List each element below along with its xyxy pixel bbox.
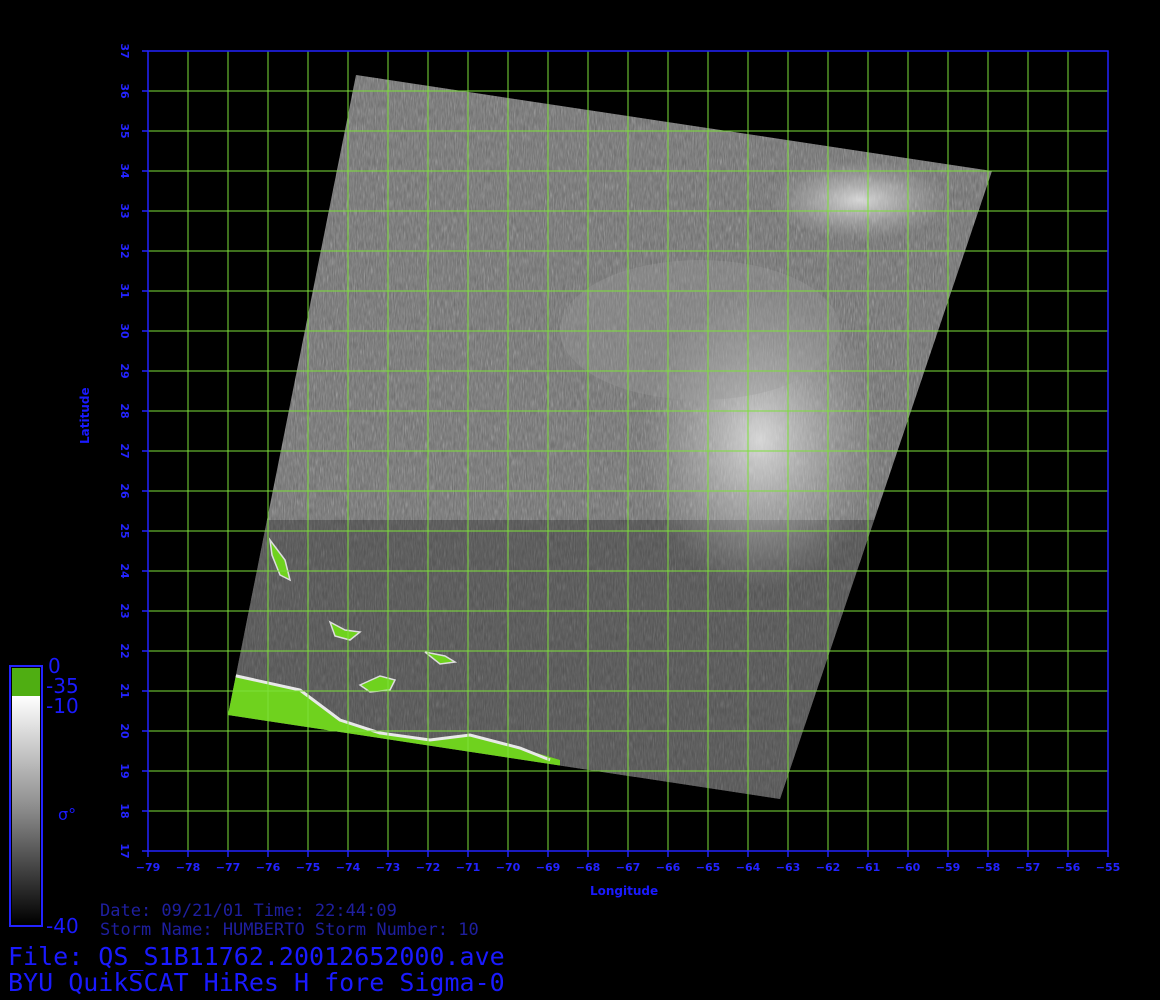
colorbar-label-0: 0: [48, 654, 61, 678]
colorbar-symbol-sigma0: σ°: [58, 805, 77, 824]
x-tick-label: −57: [1016, 861, 1041, 874]
x-tick-label: −79: [136, 861, 161, 874]
y-tick-label: 31: [118, 283, 131, 298]
x-tick-label: −75: [296, 861, 321, 874]
y-tick-label: 18: [118, 803, 131, 818]
y-axis-title: Latitude: [78, 387, 92, 444]
scatterometer-map: −79 −78 −77 −76 −75 −74 −73 −72 −71 −70 −69 −68 −67 −…: [9, 43, 1121, 927]
x-tick-label: −56: [1056, 861, 1081, 874]
x-tick-label: −58: [976, 861, 1001, 874]
x-tick-label: −68: [576, 861, 601, 874]
latitude-tick-labels: 17 18 19 20 21 22 23 24 25 26 27 28 29 30 31 32 33 34 35 36…: [118, 43, 148, 859]
y-tick-label: 24: [118, 563, 131, 579]
y-tick-label: 29: [118, 363, 131, 378]
y-tick-label: 30: [118, 323, 131, 339]
y-tick-label: 32: [118, 243, 131, 258]
x-axis-title: Longitude: [590, 884, 659, 898]
colorbar-label-minus35: -35: [46, 674, 79, 698]
lat-lon-grid: [148, 51, 1108, 851]
x-tick-label: −70: [496, 861, 521, 874]
x-tick-label: −77: [216, 861, 241, 874]
y-tick-label: 22: [118, 643, 131, 658]
storm-info-line: Storm Name: HUMBERTO Storm Number: 10: [100, 920, 479, 940]
colorbar-label-minus40: -40: [46, 914, 79, 938]
x-tick-label: −78: [176, 861, 201, 874]
y-tick-label: 26: [118, 483, 131, 499]
x-tick-label: −59: [936, 861, 961, 874]
y-tick-label: 27: [118, 443, 131, 458]
x-tick-label: −55: [1096, 861, 1121, 874]
x-tick-label: −71: [456, 861, 481, 874]
x-tick-label: −65: [696, 861, 721, 874]
y-tick-label: 17: [118, 843, 131, 858]
sigma0-swath-image: [228, 75, 992, 799]
file-name-line: File: QS_S1B11762.20012652000.ave: [8, 942, 505, 971]
y-tick-label: 33: [118, 203, 131, 218]
x-tick-label: −64: [736, 861, 761, 874]
x-tick-label: −63: [776, 861, 801, 874]
product-title-line: BYU QuikSCAT HiRes H fore Sigma-0: [8, 968, 505, 997]
y-tick-label: 28: [118, 403, 131, 418]
x-tick-label: −74: [336, 861, 361, 874]
y-tick-label: 25: [118, 523, 131, 538]
longitude-tick-labels: −79 −78 −77 −76 −75 −74 −73 −72 −71 −70 −69 −68 −67 −…: [136, 851, 1121, 874]
x-tick-label: −61: [856, 861, 881, 874]
colorbar: [9, 665, 43, 927]
date-time-line: Date: 09/21/01 Time: 22:44:09: [100, 901, 397, 921]
x-tick-label: −72: [416, 861, 441, 874]
y-tick-label: 23: [118, 603, 131, 618]
x-tick-label: −62: [816, 861, 841, 874]
x-tick-label: −60: [896, 861, 921, 874]
y-tick-label: 20: [118, 723, 131, 739]
y-tick-label: 35: [118, 123, 131, 138]
y-tick-label: 34: [118, 163, 131, 179]
x-tick-label: −73: [376, 861, 401, 874]
y-tick-label: 36: [118, 83, 131, 99]
y-tick-label: 21: [118, 683, 131, 698]
x-tick-label: −66: [656, 861, 681, 874]
x-tick-label: −67: [616, 861, 641, 874]
x-tick-label: −69: [536, 861, 561, 874]
x-tick-label: −76: [256, 861, 281, 874]
colorbar-label-minus10: -10: [46, 694, 79, 718]
y-tick-label: 19: [118, 763, 131, 778]
y-tick-label: 37: [118, 43, 131, 58]
